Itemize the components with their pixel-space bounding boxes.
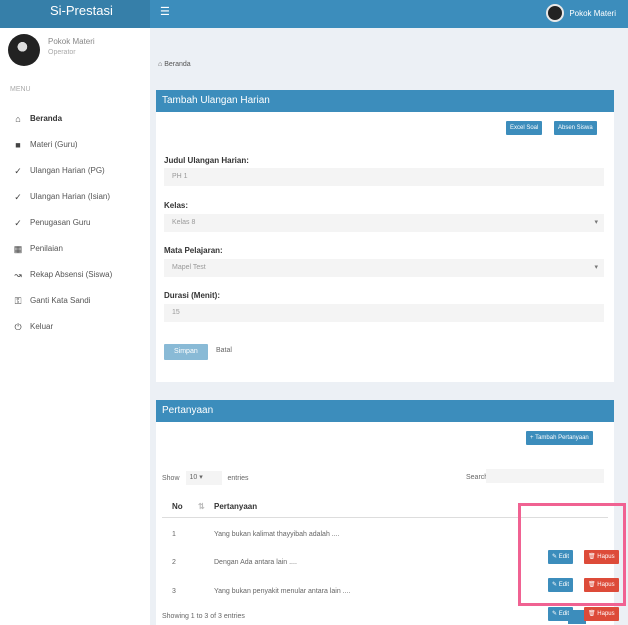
sidebar-item-label: Ulangan Harian (Isian) [30,192,111,201]
excel-soal-button[interactable]: Excel Soal [506,121,543,135]
calendar-icon: ▦ [13,244,23,254]
chart-icon: ↝ [14,270,22,280]
kelas-label: Kelas: [164,201,189,210]
show-label: Show [162,474,180,482]
home-icon: ⌂ [15,114,21,124]
user-panel: Pokok Materi Operator [8,34,95,66]
sidebar-item-label: Ganti Kata Sandi [30,296,91,305]
user-menu[interactable]: Pokok Materi [546,4,616,22]
sidebar-user-status: Operator [48,49,76,56]
cancel-button[interactable]: Batal [216,347,232,354]
sidebar-item-beranda[interactable]: ⌂ Beranda [0,106,150,132]
user-name: Pokok Materi [569,8,616,18]
check-icon: ✓ [14,218,22,228]
bars-icon[interactable]: ☰ [160,5,170,18]
sidebar-item-label: Penugasan Guru [30,218,91,227]
submit-button[interactable]: Simpan [164,344,208,360]
sidebar-item-rekap-absensi[interactable]: ↝ Rekap Absensi (Siswa) [0,262,150,288]
sidebar-menu: ⌂ Beranda ■ Materi (Guru) ✓ Ulangan Hari… [0,106,150,340]
add-question-button[interactable]: + Tambah Pertanyaan [526,431,593,445]
questions-header: Pertanyaan [156,400,614,422]
form-box: Tambah Ulangan Harian Excel Soal Absen S… [156,90,614,382]
sidebar-item-penugasan[interactable]: ✓ Penugasan Guru [0,210,150,236]
sidebar: Pokok Materi Operator MENU ⌂ Beranda ■ M… [0,28,150,625]
trash-icon: 🗑 [588,611,596,617]
sidebar-item-label: Materi (Guru) [30,140,78,149]
home-icon: ⌂ [158,61,163,68]
sidebar-item-label: Rekap Absensi (Siswa) [30,270,113,279]
length-control: Show 10 ▾ entries [162,471,249,485]
sidebar-item-label: Penilaian [30,244,63,253]
durasi-input[interactable]: 15 [164,304,604,322]
entries-select[interactable]: 10 ▾ [185,471,222,485]
breadcrumb-item[interactable]: Beranda [164,61,190,68]
brand-logo[interactable]: Si-Prestasi [0,0,150,28]
absen-siswa-button[interactable]: Absen Siswa [554,121,597,135]
menu-header: MENU [10,86,31,93]
avatar [8,34,40,66]
sidebar-item-penilaian[interactable]: ▦ Penilaian [0,236,150,262]
key-icon: ⚿ [14,296,22,306]
sidebar-item-label: Keluar [30,322,54,331]
column-question[interactable]: Pertanyaan [214,502,257,511]
highlight-box [518,503,626,606]
judul-label: Judul Ulangan Harian: [164,156,249,165]
sort-icon[interactable]: ⇅ [198,502,205,511]
sidebar-user-name: Pokok Materi [48,37,95,46]
folder-icon: ■ [15,140,21,150]
durasi-label: Durasi (Menit): [164,291,220,300]
sidebar-item-label: Beranda [30,114,63,123]
entries-label: entries [227,474,249,482]
sidebar-item-ganti-sandi[interactable]: ⚿ Ganti Kata Sandi [0,288,150,314]
power-icon: ⏻ [14,322,22,332]
breadcrumb: ⌂ Beranda [158,58,614,72]
avatar [546,4,565,22]
delete-button[interactable]: 🗑 Hapus [584,607,619,621]
check-icon: ✓ [14,192,22,202]
chevron-down-icon: ▾ [594,219,598,226]
chevron-down-icon: ▾ [594,264,598,271]
mapel-label: Mata Pelajaran: [164,246,223,255]
column-no[interactable]: No [172,502,183,511]
top-navbar: Si-Prestasi ☰ Pokok Materi [0,0,628,28]
check-icon: ✓ [14,166,22,176]
sidebar-item-ulangan-pg[interactable]: ✓ Ulangan Harian (PG) [0,158,150,184]
kelas-select[interactable]: Kelas 8 ▾ [164,214,604,232]
edit-button[interactable]: ✎ Edit [548,607,574,621]
table-footer: Showing 1 to 3 of 3 entries [162,613,245,620]
form-header: Tambah Ulangan Harian [156,90,614,112]
mapel-select[interactable]: Mapel Test ▾ [164,259,604,277]
edit-icon: ✎ [552,611,558,617]
search-input[interactable] [486,469,604,483]
sidebar-item-materi[interactable]: ■ Materi (Guru) [0,132,150,158]
sidebar-item-keluar[interactable]: ⏻ Keluar [0,314,150,340]
judul-input[interactable]: PH 1 [164,168,604,186]
sidebar-item-label: Ulangan Harian (PG) [30,166,105,175]
sidebar-item-ulangan-isian[interactable]: ✓ Ulangan Harian (Isian) [0,184,150,210]
